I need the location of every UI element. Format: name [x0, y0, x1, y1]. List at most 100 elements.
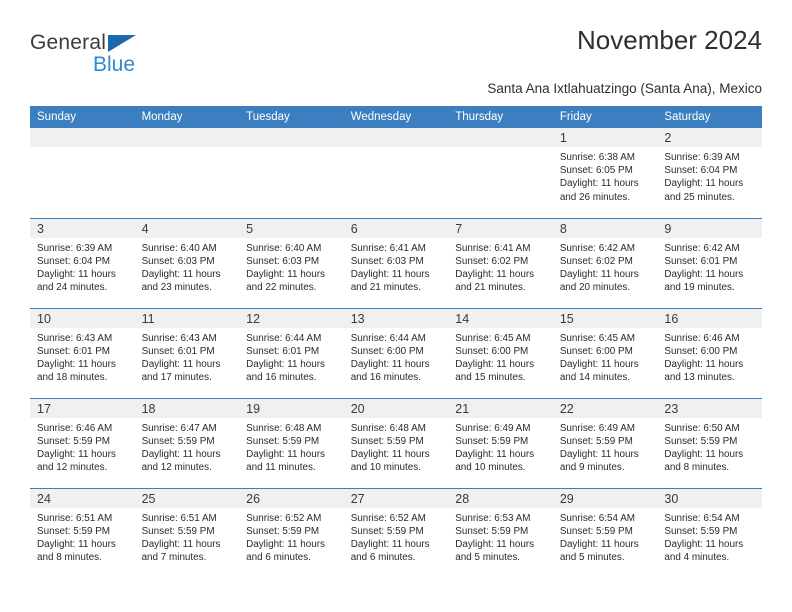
daylight-text: Daylight: 11 hours and 12 minutes.: [37, 448, 116, 474]
day-details: Sunrise: 6:45 AM Sunset: 6:00 PM Daylight:…: [553, 328, 658, 385]
daylight-text: Daylight: 11 hours and 23 minutes.: [141, 268, 221, 294]
day-number: 21: [448, 398, 553, 418]
sunset-text: Sunset: 6:00 PM: [455, 345, 529, 357]
daylight-text: Daylight: 11 hours and 7 minutes.: [141, 538, 221, 564]
sunset-text: Sunset: 5:59 PM: [246, 525, 320, 537]
daylight-text: Daylight: 11 hours and 16 minutes.: [246, 358, 325, 384]
sunset-text: Sunset: 6:01 PM: [246, 345, 320, 357]
calendar-day-cell[interactable]: 14 Sunrise: 6:45 AM Sunset: 6:00 PM Dayligh…: [448, 307, 553, 398]
calendar-day-cell[interactable]: 26 Sunrise: 6:52 AM Sunset: 5:59 PM Dayligh…: [239, 487, 344, 578]
calendar-day-cell[interactable]: 25 Sunrise: 6:51 AM Sunset: 5:59 PM Dayligh…: [134, 487, 240, 578]
daylight-text: Daylight: 11 hours and 9 minutes.: [559, 448, 639, 474]
day-number: 27: [343, 488, 449, 508]
calendar-day-cell[interactable]: 15 Sunrise: 6:45 AM Sunset: 6:00 PM Dayligh…: [552, 307, 658, 398]
weekday-header-friday: Friday: [552, 106, 658, 128]
calendar-day-cell[interactable]: 12 Sunrise: 6:44 AM Sunset: 6:01 PM Dayligh…: [239, 307, 344, 398]
calendar-day-cell[interactable]: 27 Sunrise: 6:52 AM Sunset: 5:59 PM Dayligh…: [343, 487, 449, 578]
day-number: 15: [552, 308, 658, 328]
sunset-text: Sunset: 5:59 PM: [559, 525, 633, 537]
calendar-day-cell[interactable]: 30 Sunrise: 6:54 AM Sunset: 5:59 PM Dayligh…: [657, 487, 762, 578]
day-details: Sunrise: 6:50 AM Sunset: 5:59 PM Daylight:…: [657, 418, 762, 475]
calendar-day-cell[interactable]: 20 Sunrise: 6:48 AM Sunset: 5:59 PM Dayligh…: [343, 397, 449, 488]
calendar-cell-empty: [134, 128, 240, 218]
calendar-day-cell[interactable]: 9 Sunrise: 6:42 AM Sunset: 6:01 PM Daylight…: [657, 217, 762, 308]
sunset-text: Sunset: 5:59 PM: [37, 525, 111, 537]
day-details: Sunrise: 6:53 AM Sunset: 5:59 PM Daylight:…: [448, 508, 553, 565]
daylight-text: Daylight: 11 hours and 21 minutes.: [350, 268, 430, 294]
day-number: 26: [239, 488, 344, 508]
calendar-day-cell[interactable]: 22 Sunrise: 6:49 AM Sunset: 5:59 PM Dayligh…: [552, 397, 658, 488]
weekday-header-wednesday: Wednesday: [343, 106, 449, 128]
daylight-text: Daylight: 11 hours and 14 minutes.: [559, 358, 639, 384]
calendar-day-cell[interactable]: 19 Sunrise: 6:48 AM Sunset: 5:59 PM Dayligh…: [239, 397, 344, 488]
calendar-day-cell[interactable]: 7 Sunrise: 6:41 AM Sunset: 6:02 PM Daylight…: [448, 217, 553, 308]
daylight-text: Daylight: 11 hours and 20 minutes.: [559, 268, 639, 294]
day-details: Sunrise: 6:40 AM Sunset: 6:03 PM Daylight:…: [239, 238, 344, 295]
day-number: [30, 128, 135, 147]
day-details: Sunrise: 6:51 AM Sunset: 5:59 PM Daylight:…: [135, 508, 240, 565]
calendar-day-cell[interactable]: 5 Sunrise: 6:40 AM Sunset: 6:03 PM Daylight…: [239, 217, 344, 308]
sunrise-text: Sunrise: 6:49 AM: [455, 422, 531, 434]
day-details: Sunrise: 6:47 AM Sunset: 5:59 PM Daylight:…: [135, 418, 240, 475]
calendar-day-cell[interactable]: 3 Sunrise: 6:39 AM Sunset: 6:04 PM Daylight…: [30, 217, 135, 308]
sunset-text: Sunset: 6:03 PM: [246, 255, 320, 267]
calendar-day-cell[interactable]: 17 Sunrise: 6:46 AM Sunset: 5:59 PM Dayligh…: [30, 397, 135, 488]
day-details: Sunrise: 6:45 AM Sunset: 6:00 PM Daylight:…: [448, 328, 553, 385]
day-number: 20: [343, 398, 449, 418]
calendar-day-cell[interactable]: 28 Sunrise: 6:53 AM Sunset: 5:59 PM Dayligh…: [448, 487, 553, 578]
sunset-text: Sunset: 6:00 PM: [350, 345, 424, 357]
day-number: 9: [657, 218, 762, 238]
sunrise-text: Sunrise: 6:44 AM: [246, 332, 322, 344]
day-number: 25: [134, 488, 240, 508]
sunset-text: Sunset: 6:04 PM: [664, 165, 738, 177]
calendar-day-cell[interactable]: 10 Sunrise: 6:43 AM Sunset: 6:01 PM Dayligh…: [30, 307, 135, 398]
calendar-day-cell[interactable]: 21 Sunrise: 6:49 AM Sunset: 5:59 PM Dayligh…: [448, 397, 553, 488]
calendar-day-cell[interactable]: 23 Sunrise: 6:50 AM Sunset: 5:59 PM Dayligh…: [657, 397, 762, 488]
calendar-day-cell[interactable]: 8 Sunrise: 6:42 AM Sunset: 6:02 PM Daylight…: [552, 217, 658, 308]
day-details: Sunrise: 6:44 AM Sunset: 6:01 PM Daylight:…: [239, 328, 344, 385]
calendar-day-cell[interactable]: 18 Sunrise: 6:47 AM Sunset: 5:59 PM Dayligh…: [134, 397, 240, 488]
calendar-day-cell[interactable]: 16 Sunrise: 6:46 AM Sunset: 6:00 PM Dayligh…: [657, 307, 762, 398]
day-number: 14: [448, 308, 553, 328]
sunrise-text: Sunrise: 6:54 AM: [664, 512, 740, 524]
day-number: 8: [552, 218, 658, 238]
sunrise-text: Sunrise: 6:41 AM: [350, 242, 426, 254]
calendar-day-cell[interactable]: 11 Sunrise: 6:43 AM Sunset: 6:01 PM Dayligh…: [134, 307, 240, 398]
day-number: 12: [239, 308, 344, 328]
sunset-text: Sunset: 5:59 PM: [664, 435, 738, 447]
day-details: Sunrise: 6:40 AM Sunset: 6:03 PM Daylight:…: [135, 238, 240, 295]
day-number: 16: [657, 308, 762, 328]
sunset-text: Sunset: 6:04 PM: [37, 255, 111, 267]
sunset-text: Sunset: 6:00 PM: [559, 345, 633, 357]
calendar-day-cell[interactable]: 24 Sunrise: 6:51 AM Sunset: 5:59 PM Dayligh…: [30, 487, 135, 578]
day-number: 19: [239, 398, 344, 418]
daylight-text: Daylight: 11 hours and 5 minutes.: [559, 538, 639, 564]
calendar-day-cell[interactable]: 4 Sunrise: 6:40 AM Sunset: 6:03 PM Daylight…: [134, 217, 240, 308]
calendar-day-cell[interactable]: 13 Sunrise: 6:44 AM Sunset: 6:00 PM Dayligh…: [343, 307, 449, 398]
day-number: [134, 128, 240, 147]
day-details: Sunrise: 6:48 AM Sunset: 5:59 PM Daylight:…: [344, 418, 449, 475]
calendar-day-cell[interactable]: 6 Sunrise: 6:41 AM Sunset: 6:03 PM Daylight…: [343, 217, 449, 308]
general-blue-logo[interactable]: General Blue: [30, 26, 180, 76]
day-number: 3: [30, 218, 135, 238]
calendar-grid: Sunday Monday Tuesday Wednesday Thursday…: [30, 106, 762, 578]
calendar-day-cell[interactable]: 29 Sunrise: 6:54 AM Sunset: 5:59 PM Dayligh…: [552, 487, 658, 578]
sunrise-text: Sunrise: 6:53 AM: [455, 512, 531, 524]
daylight-text: Daylight: 11 hours and 19 minutes.: [664, 268, 744, 294]
day-details: Sunrise: 6:49 AM Sunset: 5:59 PM Daylight:…: [553, 418, 658, 475]
calendar-day-cell[interactable]: 1 Sunrise: 6:38 AM Sunset: 6:05 PM Daylight…: [552, 128, 658, 218]
weekday-header-saturday: Saturday: [657, 106, 762, 128]
sunrise-text: Sunrise: 6:52 AM: [246, 512, 322, 524]
calendar-cell-empty: [30, 128, 135, 218]
day-number: 2: [657, 128, 762, 147]
sunset-text: Sunset: 6:02 PM: [559, 255, 633, 267]
day-details: Sunrise: 6:48 AM Sunset: 5:59 PM Daylight:…: [239, 418, 344, 475]
calendar-day-cell[interactable]: 2 Sunrise: 6:39 AM Sunset: 6:04 PM Daylight…: [657, 128, 762, 218]
daylight-text: Daylight: 11 hours and 22 minutes.: [246, 268, 325, 294]
day-details: Sunrise: 6:42 AM Sunset: 6:02 PM Daylight:…: [553, 238, 658, 295]
sunset-text: Sunset: 5:59 PM: [350, 435, 424, 447]
daylight-text: Daylight: 11 hours and 5 minutes.: [455, 538, 535, 564]
day-details: Sunrise: 6:41 AM Sunset: 6:03 PM Daylight:…: [344, 238, 449, 295]
day-number: 13: [343, 308, 449, 328]
daylight-text: Daylight: 11 hours and 6 minutes.: [350, 538, 430, 564]
